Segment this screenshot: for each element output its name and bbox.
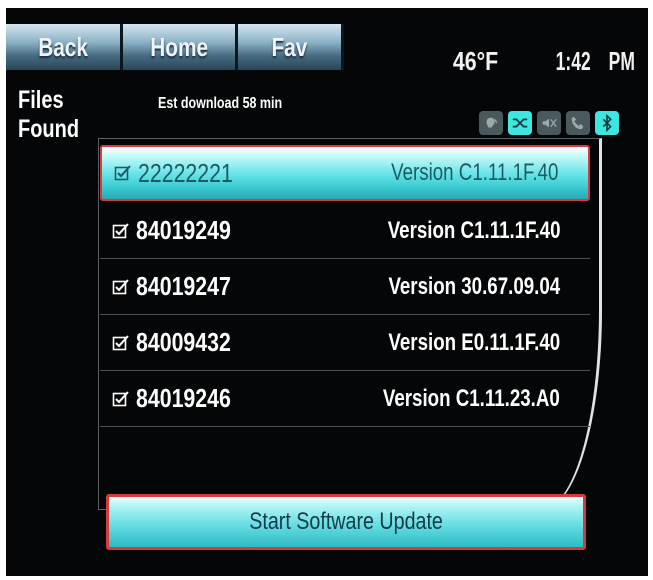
clock: 1:42 PM xyxy=(547,46,634,77)
checkbox-checked-icon[interactable] xyxy=(112,278,130,296)
file-id: 84009432 xyxy=(136,327,231,357)
mute-icon xyxy=(537,111,561,135)
checkbox-checked-icon[interactable] xyxy=(112,222,130,240)
fav-button[interactable]: Fav xyxy=(238,24,344,70)
status-bar: 46°F 1:42 PM xyxy=(443,46,634,77)
files-header: Files Found Est download 58 min xyxy=(18,86,317,143)
top-nav: Back Home Fav xyxy=(6,24,344,70)
download-estimate: Est download 58 min xyxy=(158,95,283,112)
file-row[interactable]: 84009432 Version E0.11.1F.40 xyxy=(100,315,590,371)
checkbox-checked-icon[interactable] xyxy=(112,390,130,408)
start-button-label: Start Software Update xyxy=(249,508,443,535)
checkbox-checked-icon[interactable] xyxy=(112,334,130,352)
file-version: Version C1.11.1F.40 xyxy=(390,159,558,186)
status-icons xyxy=(479,111,619,135)
file-version: Version C1.11.23.A0 xyxy=(383,384,560,412)
file-row[interactable]: 84019247 Version 30.67.09.04 xyxy=(100,259,590,315)
start-software-update-button[interactable]: Start Software Update xyxy=(106,494,586,550)
clock-time: 1:42 xyxy=(555,46,591,76)
home-button-label: Home xyxy=(150,31,208,62)
file-row-left: 84019246 xyxy=(112,383,252,414)
file-row-left: 22222221 xyxy=(114,158,254,189)
file-id: 22222221 xyxy=(138,157,233,188)
file-row-left: 84009432 xyxy=(112,327,252,358)
shuffle-icon xyxy=(508,111,532,135)
fav-button-label: Fav xyxy=(271,31,308,62)
phone-icon xyxy=(566,111,590,135)
file-id: 84019249 xyxy=(136,215,231,245)
checkbox-checked-icon[interactable] xyxy=(114,164,132,182)
file-version: Version E0.11.1F.40 xyxy=(388,328,560,356)
empty-row xyxy=(100,427,590,483)
file-row[interactable]: 22222221 Version C1.11.1F.40 xyxy=(100,145,590,201)
file-version: Version C1.11.1F.40 xyxy=(387,216,560,244)
file-id: 84019247 xyxy=(136,271,231,301)
file-row[interactable]: 84019249 Version C1.11.1F.40 xyxy=(100,203,590,259)
back-button-label: Back xyxy=(38,31,88,62)
page-title: Files Found xyxy=(18,86,80,143)
file-version: Version 30.67.09.04 xyxy=(388,272,560,300)
file-row-left: 84019249 xyxy=(112,215,252,246)
back-button[interactable]: Back xyxy=(6,24,123,70)
infotainment-screen: Back Home Fav 46°F 1:42 PM Files Found E… xyxy=(6,8,648,576)
file-id: 84019246 xyxy=(136,383,231,413)
clock-ampm: PM xyxy=(607,46,634,76)
temperature: 46°F xyxy=(453,46,499,76)
bluetooth-icon xyxy=(595,111,619,135)
file-row[interactable]: 84019246 Version C1.11.23.A0 xyxy=(100,371,590,427)
file-row-left: 84019247 xyxy=(112,271,252,302)
voice-icon xyxy=(479,111,503,135)
home-button[interactable]: Home xyxy=(123,24,238,70)
